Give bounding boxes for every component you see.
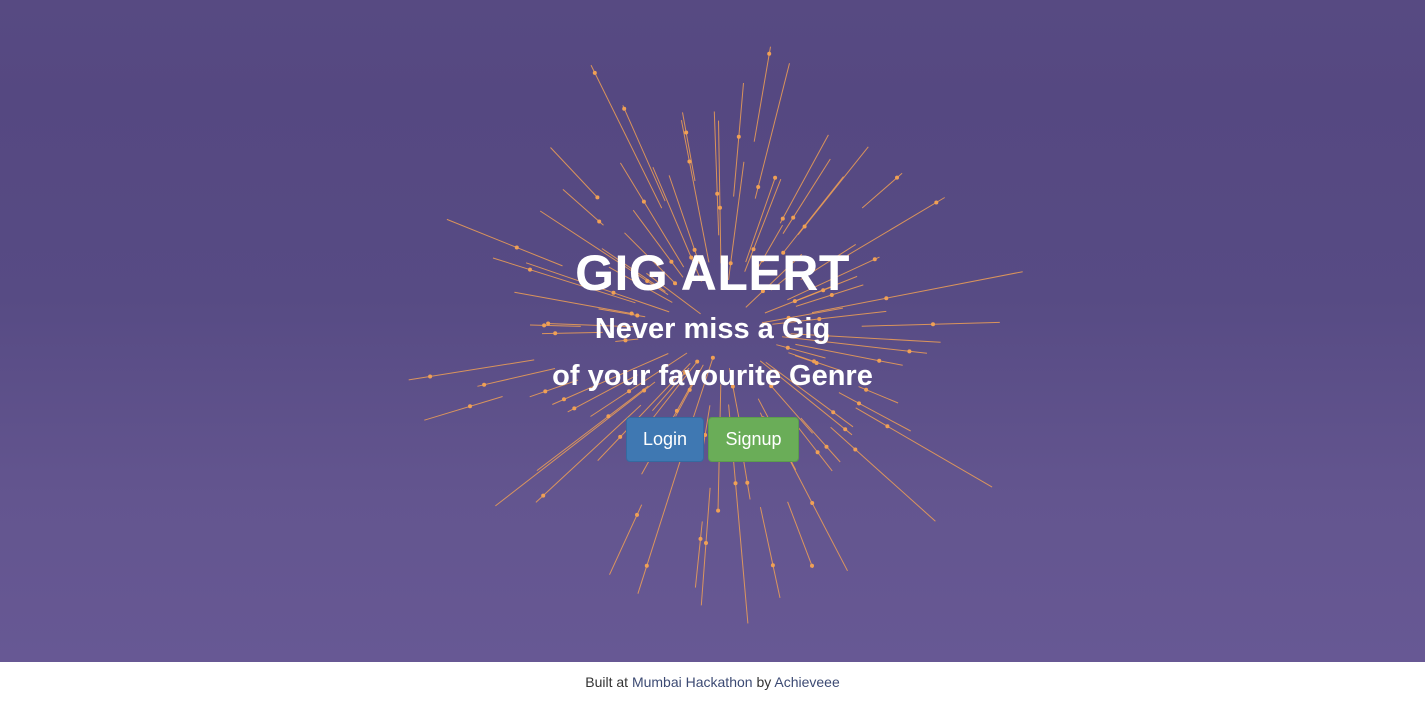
spark-trail	[590, 64, 663, 209]
spark-dot	[895, 175, 899, 180]
spark-dot	[733, 481, 738, 486]
spark-dot	[595, 195, 600, 200]
spark-dot	[687, 159, 692, 164]
achieveee-link[interactable]: Achieveee	[774, 674, 839, 690]
spark-trail	[754, 63, 790, 199]
spark-dot	[934, 200, 939, 205]
spark-dot	[541, 493, 546, 498]
tagline-line-2: of your favourite Genre	[552, 360, 873, 392]
spark-dot	[597, 219, 602, 224]
spark-dot	[810, 563, 814, 568]
spark-trail	[700, 487, 711, 606]
footer-prefix: Built at	[585, 674, 629, 690]
auth-buttons: Login Signup	[0, 417, 1425, 462]
spark-trail	[550, 147, 600, 200]
spark-trail	[759, 506, 781, 599]
spark-dot	[698, 536, 703, 541]
mumbai-hackathon-link[interactable]: Mumbai Hackathon	[632, 674, 753, 690]
spark-trail	[694, 521, 703, 588]
spark-dot	[718, 205, 722, 210]
login-button[interactable]: Login	[626, 417, 704, 462]
spark-trail	[753, 46, 771, 142]
spark-trail	[779, 134, 829, 224]
spark-dot	[780, 216, 785, 221]
app-title: GIG ALERT	[575, 245, 850, 301]
spark-dot	[791, 215, 796, 220]
spark-dot	[756, 185, 761, 189]
spark-dot	[773, 175, 778, 180]
tagline-line-1: Never miss a Gig	[594, 313, 831, 345]
spark-dot	[715, 191, 720, 196]
signup-button[interactable]: Signup	[708, 417, 799, 462]
spark-dot	[622, 106, 627, 111]
spark-trail	[682, 112, 696, 182]
spark-dot	[635, 512, 639, 517]
spark-dot	[810, 501, 815, 505]
spark-dot	[704, 541, 708, 545]
spark-trail	[622, 105, 666, 202]
spark-dot	[770, 563, 775, 568]
spark-dot	[745, 480, 750, 485]
footer-by: by	[756, 674, 772, 690]
spark-dot	[644, 563, 649, 568]
spark-dot	[641, 199, 646, 204]
spark-dot	[767, 51, 772, 56]
spark-dot	[592, 70, 597, 75]
spark-trail	[562, 189, 604, 226]
spark-trail	[784, 449, 848, 572]
spark-trail	[713, 111, 720, 236]
spark-trail	[787, 501, 814, 569]
hero-content: GIG ALERT Never miss a Gig of your favou…	[0, 240, 1425, 462]
spark-dot	[684, 130, 689, 135]
footer: Built at Mumbai Hackathon by Achieveee	[0, 662, 1425, 701]
spark-trail	[797, 146, 869, 236]
hero-section: GIG ALERT Never miss a Gig of your favou…	[0, 0, 1425, 662]
spark-dot	[736, 134, 741, 139]
spark-dot	[716, 508, 721, 513]
